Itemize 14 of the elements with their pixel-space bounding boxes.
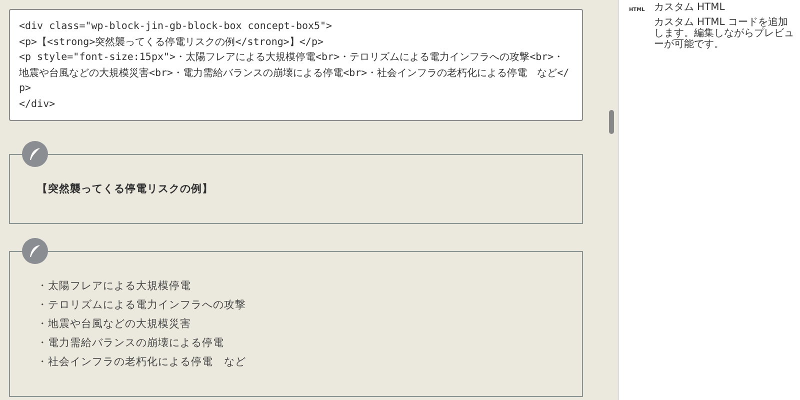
list-item: ・地震や台風などの大規模災害 (37, 317, 192, 331)
list-item: ・太陽フレアによる大規模停電 (37, 279, 192, 293)
code-line: </div> (19, 98, 56, 112)
code-line: <div class="wp-block-jin-gb-block-box concept-box5"> (19, 20, 334, 34)
block-description: カスタム HTML コードを追加します。編集しながらプレビューが可能です。 (654, 17, 794, 50)
list-item: ・テロリズムによる電力インフラへの攻撃 (37, 298, 247, 312)
code-line: <p>【<strong>突然襲ってくる停電リスクの例</strong>】</p> (19, 36, 324, 50)
code-editor[interactable] (9, 9, 583, 121)
box-heading: 【突然襲ってくる停電リスクの例】 (37, 182, 214, 196)
block-title: カスタム HTML (654, 1, 726, 14)
list-item: ・社会インフラの老朽化による停電 など (37, 355, 247, 369)
scrollbar-thumb[interactable] (609, 110, 614, 134)
code-line: <p style="font-size:15px">・太陽フレアによる大規模停電<br>・テロリズムによる電力インフラへの攻撃<br>・地震や台風などの大規模災害<br>・電力需給バランスの崩壊による停電<br>・社会インフラの老朽化による停電 など</p> (19, 50, 570, 96)
list-item: ・電力需給バランスの崩壊による停電 (37, 336, 225, 350)
